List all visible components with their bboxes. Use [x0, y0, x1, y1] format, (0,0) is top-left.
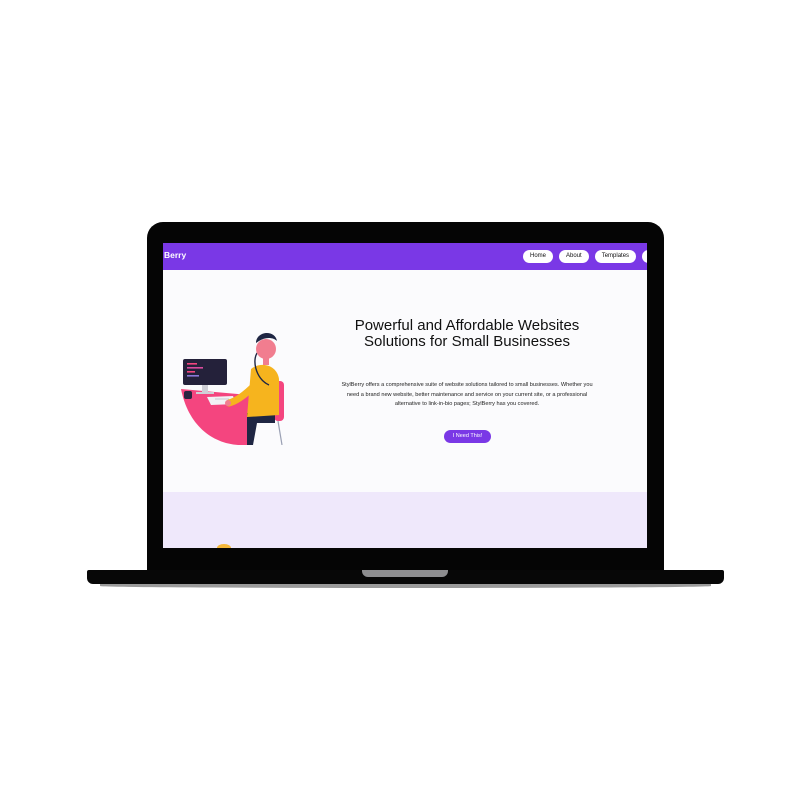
person-head [256, 339, 276, 359]
nav-about-button[interactable]: About [559, 250, 589, 263]
hero-description: StylBerry offers a comprehensive suite o… [341, 382, 593, 407]
person-at-desk-illustration [181, 332, 284, 445]
nav-home-button[interactable]: Home [523, 250, 554, 263]
brand-logo[interactable]: Berry [164, 250, 186, 260]
mug [184, 391, 192, 399]
section-graphic [217, 544, 231, 548]
nav-links: Home About Templates C [523, 250, 647, 263]
navbar: Berry Home About Templates C [163, 243, 647, 270]
cta-button[interactable]: I Need This! [444, 430, 491, 443]
laptop-base-shadow [100, 584, 711, 588]
hero-title: Powerful and Affordable Websites Solutio… [354, 317, 580, 350]
laptop-screen: Berry Home About Templates C [163, 243, 647, 548]
nav-contact-button[interactable]: C [642, 250, 647, 263]
features-section [163, 492, 647, 548]
laptop-notch [362, 570, 448, 577]
nav-templates-button[interactable]: Templates [594, 250, 637, 263]
